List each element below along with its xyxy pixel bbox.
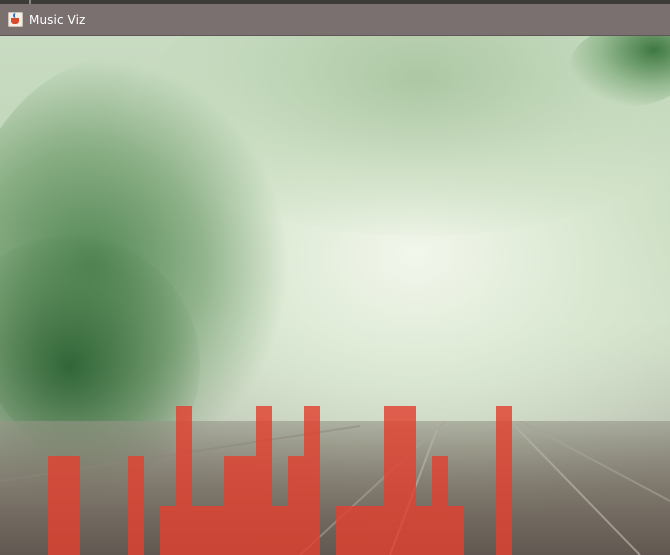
title-bar[interactable]: Music Viz bbox=[0, 4, 670, 36]
visualizer-bar-3 bbox=[160, 506, 176, 555]
visualizer-bar-17 bbox=[496, 406, 512, 555]
visualizer-bar-9 bbox=[272, 506, 288, 555]
visualizer-bar-16 bbox=[448, 506, 464, 555]
window-title: Music Viz bbox=[29, 12, 86, 27]
visualizer-bar-15 bbox=[432, 456, 448, 555]
visualizer-bar-14 bbox=[416, 506, 432, 555]
visualizer-bar-12 bbox=[336, 506, 384, 555]
visualizer-bar-6 bbox=[224, 456, 240, 555]
cup-glyph bbox=[11, 18, 19, 24]
visualizer-bar-11 bbox=[304, 406, 320, 555]
visualizer-bar-2 bbox=[128, 456, 144, 555]
app-window: Music Viz bbox=[0, 0, 670, 555]
visualizer-bar-5 bbox=[192, 506, 224, 555]
visualizer-bar-1 bbox=[48, 456, 80, 555]
java-app-icon[interactable] bbox=[8, 12, 23, 27]
visualizer-bar-7 bbox=[240, 456, 256, 555]
visualizer-bar-4 bbox=[176, 406, 192, 555]
visualizer-bar-10 bbox=[288, 456, 304, 555]
visualizer-bars bbox=[48, 406, 512, 555]
visualizer-bar-13 bbox=[384, 406, 416, 555]
visualizer-bar-8 bbox=[256, 406, 272, 555]
visualizer-canvas bbox=[0, 36, 670, 555]
